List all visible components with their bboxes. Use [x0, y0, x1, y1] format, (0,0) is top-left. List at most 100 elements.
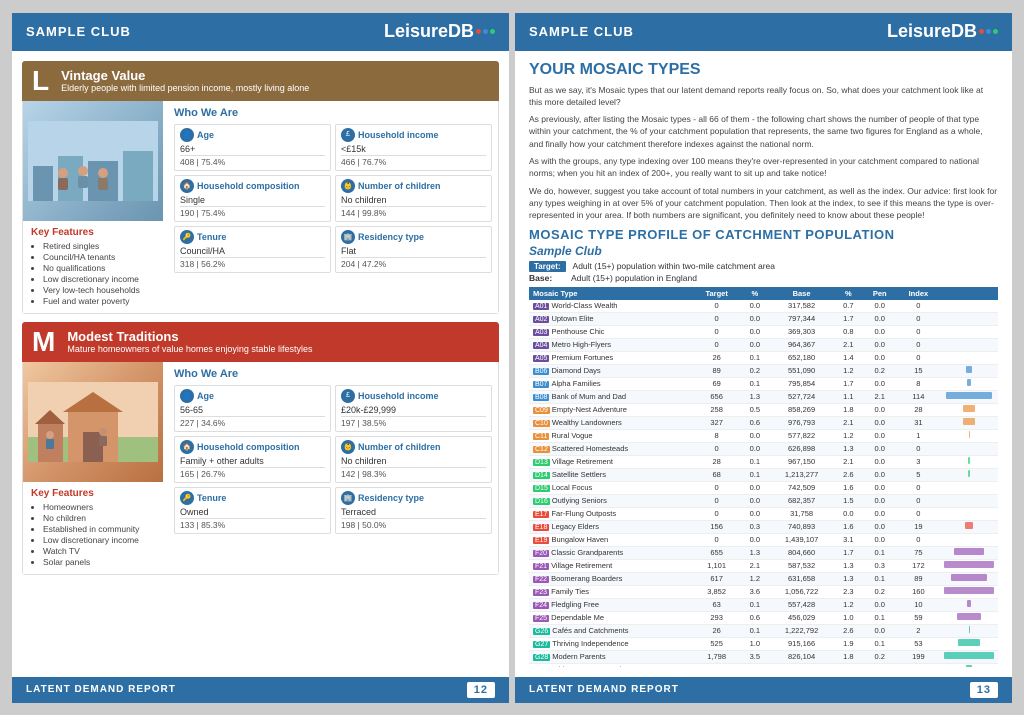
modest-features-list: Homeowners No children Established in co… — [31, 502, 160, 567]
cell-pen: 0.0 — [863, 442, 897, 455]
cell-base: 797,344 — [769, 312, 834, 325]
cell-target: 0 — [693, 494, 741, 507]
cell-pen: 0.1 — [863, 546, 897, 559]
cell-index: 75 — [897, 546, 940, 559]
cell-name: D13Village Retirement — [529, 455, 693, 468]
table-row: A04Metro High-Flyers 0 0.0 964,367 2.1 0… — [529, 338, 998, 351]
table-row: G26Cafés and Catchments 26 0.1 1,222,792… — [529, 624, 998, 637]
table-row: D13Village Retirement 28 0.1 967,150 2.1… — [529, 455, 998, 468]
table-row: C11Rural Vogue 8 0.0 577,822 1.2 0.0 1 — [529, 429, 998, 442]
list-item: Low discretionary income — [43, 274, 160, 284]
cell-target: 63 — [693, 598, 741, 611]
list-item: Homeowners — [43, 502, 160, 512]
target-value: Adult (15+) population within two-mile c… — [573, 261, 775, 271]
cell-target: 1,798 — [693, 650, 741, 663]
modest-stat-income: £ Household income £20k-£29,999 197 | 38… — [335, 385, 492, 432]
cell-bar — [940, 468, 998, 481]
cell-bar — [940, 520, 998, 533]
base-row: Base: Adult (15+) population in England — [529, 273, 998, 283]
tenure-icon: 🔑 — [180, 230, 194, 244]
left-logo: LeisureDB — [384, 21, 495, 42]
cell-pct2: 1.6 — [834, 520, 863, 533]
cell-base: 795,854 — [769, 377, 834, 390]
cell-base: 740,893 — [769, 520, 834, 533]
cell-name: F24Fledgling Free — [529, 598, 693, 611]
cell-target: 89 — [693, 364, 741, 377]
cell-bar — [940, 611, 998, 624]
cell-bar — [940, 338, 998, 351]
cell-bar — [940, 312, 998, 325]
right-page: SAMPLE CLUB LeisureDB YOUR MOSAIC TYPES … — [515, 13, 1012, 703]
cell-pen: 0.0 — [863, 598, 897, 611]
cell-pen: 0.0 — [863, 325, 897, 338]
cell-bar — [940, 494, 998, 507]
vintage-title: Vintage Value — [61, 68, 309, 83]
right-logo-dot-blue — [986, 29, 991, 34]
cell-index: 172 — [897, 559, 940, 572]
cell-pen: 0.1 — [863, 637, 897, 650]
stat-children: 👶 Number of children No children 144 | 9… — [335, 175, 492, 222]
cell-pct2: 1.2 — [834, 364, 863, 377]
cell-pct2: 2.1 — [834, 416, 863, 429]
cell-pct2: 1.0 — [834, 611, 863, 624]
stat-residency: 🏢 Residency type Flat 204 | 47.2% — [335, 226, 492, 273]
cell-index: 0 — [897, 338, 940, 351]
cell-pen: 0.0 — [863, 429, 897, 442]
cell-pct2: 1.7 — [834, 546, 863, 559]
cell-name: F20Classic Grandparents — [529, 546, 693, 559]
cell-index: 53 — [897, 637, 940, 650]
vintage-illustration — [28, 121, 158, 201]
cell-pct2: 1.4 — [834, 351, 863, 364]
table-row: F21Village Retirement 1,101 2.1 587,532 … — [529, 559, 998, 572]
vintage-stats-grid: 👤 Age 66+ 408 | 75.4% £ Househol — [174, 124, 492, 273]
table-row: C10Wealthy Landowners 327 0.6 976,793 2.… — [529, 416, 998, 429]
cell-pct1: 0.0 — [740, 300, 769, 313]
right-footer: LATENT DEMAND REPORT 13 — [515, 677, 1012, 703]
cell-name: A02Uptown Elite — [529, 312, 693, 325]
cell-bar — [940, 455, 998, 468]
cell-pct1: 1.2 — [740, 572, 769, 585]
cell-base: 976,793 — [769, 416, 834, 429]
cell-base: 1,213,277 — [769, 468, 834, 481]
cell-pen: 0.1 — [863, 611, 897, 624]
cell-index: 0 — [897, 481, 940, 494]
table-row: B07Alpha Families 69 0.1 795,854 1.7 0.0… — [529, 377, 998, 390]
modest-illustration — [28, 382, 158, 462]
cell-base: 1,222,792 — [769, 624, 834, 637]
cell-target: 327 — [693, 416, 741, 429]
table-row: B06Diamond Days 89 0.2 551,090 1.2 0.2 1… — [529, 364, 998, 377]
table-row: G28Modern Parents 1,798 3.5 826,104 1.8 … — [529, 650, 998, 663]
base-value: Adult (15+) population in England — [571, 273, 697, 283]
modest-stat-tenure: 🔑 Tenure Owned 133 | 85.3% — [174, 487, 331, 534]
col-bar — [940, 287, 998, 300]
cell-name: C10Wealthy Landowners — [529, 416, 693, 429]
modest-income-icon: £ — [341, 389, 355, 403]
cell-pct2: 0.7 — [834, 300, 863, 313]
cell-pct1: 0.1 — [740, 598, 769, 611]
col-pct2: % — [834, 287, 863, 300]
table-row: A02Uptown Elite 0 0.0 797,344 1.7 0.0 0 — [529, 312, 998, 325]
cell-base: 587,532 — [769, 559, 834, 572]
cell-index: 0 — [897, 325, 940, 338]
cell-pct2: 1.7 — [834, 312, 863, 325]
cell-name: G27Thriving Independence — [529, 637, 693, 650]
cell-bar — [940, 390, 998, 403]
vintage-letter: L — [32, 67, 49, 95]
cell-pen: 0.2 — [863, 650, 897, 663]
cell-target: 525 — [693, 637, 741, 650]
cell-name: C11Rural Vogue — [529, 429, 693, 442]
table-header-row: Mosaic Type Target % Base % Pen Index — [529, 287, 998, 300]
cell-target: 0 — [693, 325, 741, 338]
cell-name: G28Modern Parents — [529, 650, 693, 663]
cell-pct2: 1.7 — [834, 377, 863, 390]
cell-index: 0 — [897, 533, 940, 546]
table-row: F24Fledgling Free 63 0.1 557,428 1.2 0.0… — [529, 598, 998, 611]
cell-base: 369,303 — [769, 325, 834, 338]
left-page-header: SAMPLE CLUB LeisureDB — [12, 13, 509, 51]
cell-index: 19 — [897, 520, 940, 533]
mosaic-data-table: Mosaic Type Target % Base % Pen Index A0… — [529, 287, 998, 667]
residency-icon: 🏢 — [341, 230, 355, 244]
table-row: B08Bank of Mum and Dad 656 1.3 527,724 1… — [529, 390, 998, 403]
cell-index: 114 — [897, 390, 940, 403]
cell-name: G29Mid-Career Convention — [529, 663, 693, 666]
